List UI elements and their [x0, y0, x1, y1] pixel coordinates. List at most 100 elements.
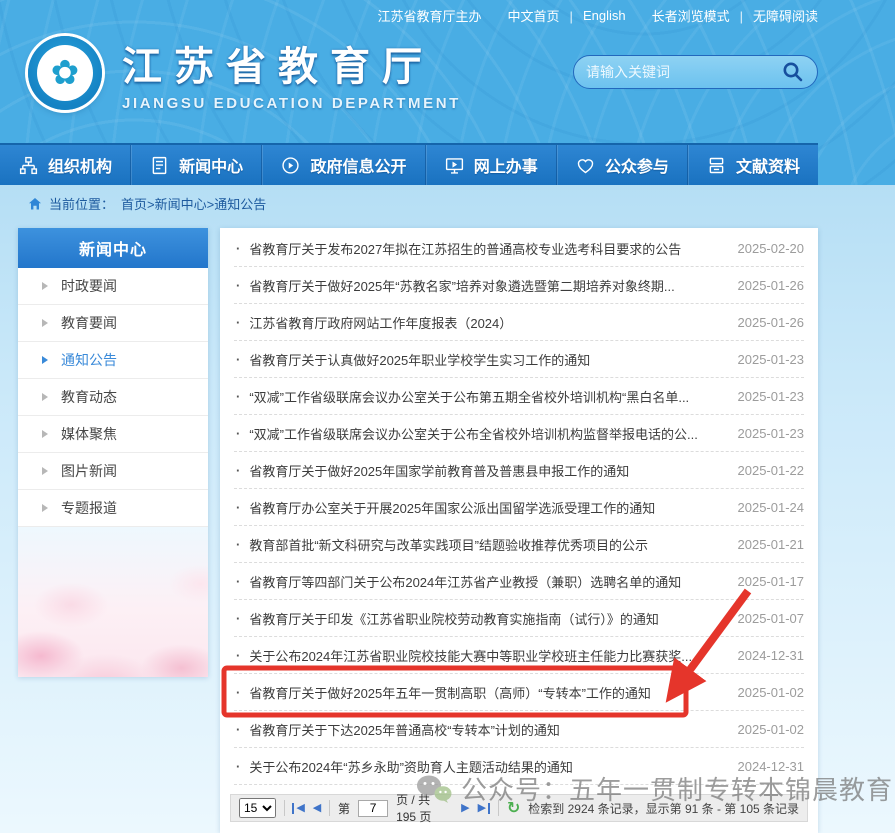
sidebar-item-special-reports[interactable]: 专题报道 [18, 490, 208, 527]
main-nav: 组织机构 新闻中心 政府信息公开 [0, 143, 818, 185]
sidebar-item-photo-news[interactable]: 图片新闻 [18, 453, 208, 490]
nav-label: 组织机构 [48, 153, 112, 177]
news-list: 省教育厅关于发布2027年拟在江苏招生的普通高校专业选考科目要求的公告 2025… [220, 230, 818, 785]
records-summary: 检索到 2924 条记录，显示第 91 条 - 第 105 条记录 [528, 800, 799, 817]
sidebar-news-menu: 新闻中心 时政要闻 教育要闻 通知公告 教育动态 媒体聚焦 图片新闻 专题报道 [18, 228, 208, 677]
sidebar-item-label: 通知公告 [61, 350, 117, 370]
news-title[interactable]: 省教育厅关于认真做好2025年职业学校学生实习工作的通知 [249, 350, 725, 369]
magnolia-decoration-image [18, 527, 208, 677]
news-title[interactable]: 省教育厅办公室关于开展2025年国家公派出国留学选派受理工作的通知 [249, 498, 725, 517]
news-list-item[interactable]: “双减”工作省级联席会议办公室关于公布第五期全省校外培训机构“黑白名单... 2… [234, 378, 804, 415]
news-date: 2025-01-21 [738, 537, 805, 552]
documents-icon [706, 155, 727, 176]
chinese-home-link[interactable]: 中文首页 [508, 6, 583, 25]
news-list-item[interactable]: 省教育厅关于下达2025年普通高校“专转本”计划的通知 2025-01-02 [234, 711, 804, 748]
info-disclosure-icon [280, 155, 301, 176]
news-title[interactable]: 省教育厅关于发布2027年拟在江苏招生的普通高校专业选考科目要求的公告 [249, 239, 725, 258]
sidebar-title: 新闻中心 [18, 228, 208, 268]
nav-label: 公众参与 [605, 153, 669, 177]
nav-item-organization[interactable]: 组织机构 [0, 145, 130, 185]
news-title[interactable]: 江苏省教育厅政府网站工作年度报表（2024） [249, 313, 725, 332]
news-title[interactable]: 省教育厅关于下达2025年普通高校“专转本”计划的通知 [249, 720, 725, 739]
breadcrumb-path[interactable]: 首页>新闻中心>通知公告 [121, 194, 266, 213]
sidebar-item-label: 媒体聚焦 [61, 424, 117, 444]
sidebar-item-label: 教育要闻 [61, 313, 117, 333]
news-list-item[interactable]: 省教育厅关于印发《江苏省职业院校劳动教育实施指南（试行）》的通知 2025-01… [234, 600, 804, 637]
divider [284, 800, 285, 816]
refresh-icon[interactable]: ↻ [507, 798, 520, 818]
elder-mode-link[interactable]: 长者浏览模式 [652, 6, 753, 25]
news-date: 2025-01-26 [738, 315, 805, 330]
page-size-select[interactable]: 15 [239, 798, 276, 818]
news-list-item[interactable]: 省教育厅关于认真做好2025年职业学校学生实习工作的通知 2025-01-23 [234, 341, 804, 378]
nav-label: 新闻中心 [179, 153, 243, 177]
online-services-icon [444, 155, 465, 176]
news-date: 2025-01-24 [738, 500, 805, 515]
breadcrumb-label: 当前位置： [49, 194, 114, 213]
sidebar-item-education-dynamics[interactable]: 教育动态 [18, 379, 208, 416]
last-page-button[interactable]: ▶ [478, 803, 490, 814]
news-date: 2025-01-02 [738, 722, 805, 737]
news-title[interactable]: 省教育厅关于印发《江苏省职业院校劳动教育实施指南（试行）》的通知 [249, 609, 725, 628]
lotus-icon: ✿ [37, 45, 93, 101]
news-title[interactable]: 关于公布2024年“苏乡永助”资助育人主题活动结果的通知 [249, 757, 725, 776]
news-title[interactable]: 省教育厅关于做好2025年国家学前教育普及普惠县申报工作的通知 [249, 461, 725, 480]
sidebar-item-label: 时政要闻 [61, 276, 117, 296]
news-date: 2024-12-31 [738, 648, 805, 663]
news-title[interactable]: 省教育厅关于做好2025年“苏教名家”培养对象遴选暨第二期培养对象终期... [249, 276, 725, 295]
news-title[interactable]: “双减”工作省级联席会议办公室关于公布第五期全省校外培训机构“黑白名单... [249, 387, 725, 406]
divider [329, 800, 330, 816]
sidebar-item-media-focus[interactable]: 媒体聚焦 [18, 416, 208, 453]
english-link[interactable]: English [583, 8, 626, 23]
chevron-right-icon [42, 467, 48, 475]
news-list-item[interactable]: 省教育厅办公室关于开展2025年国家公派出国留学选派受理工作的通知 2025-0… [234, 489, 804, 526]
next-page-button[interactable]: ▶ [461, 803, 469, 814]
news-list-item[interactable]: 关于公布2024年“苏乡永助”资助育人主题活动结果的通知 2024-12-31 [234, 748, 804, 785]
news-title[interactable]: 省教育厅等四部门关于公布2024年江苏省产业教授（兼职）选聘名单的通知 [249, 572, 725, 591]
accessibility-link[interactable]: 无障碍阅读 [753, 6, 818, 25]
nav-label: 网上办事 [474, 153, 538, 177]
page-header: 江苏省教育厅主办 中文首页 English 长者浏览模式 无障碍阅读 ✿ 江苏省… [0, 0, 895, 185]
page-total-label: 页 / 共 195 页 [396, 791, 453, 825]
home-icon [28, 197, 42, 211]
nav-item-public-participation[interactable]: 公众参与 [556, 145, 687, 185]
sidebar-item-notices[interactable]: 通知公告 [18, 342, 208, 379]
news-title[interactable]: 教育部首批“新文科研究与改革实践项目”结题验收推荐优秀项目的公示 [249, 535, 725, 554]
search-icon[interactable] [781, 60, 805, 84]
news-title[interactable]: “双减”工作省级联席会议办公室关于公布全省校外培训机构监督举报电话的公... [249, 424, 725, 443]
host-link[interactable]: 江苏省教育厅主办 [378, 6, 482, 25]
nav-item-online-services[interactable]: 网上办事 [425, 145, 556, 185]
news-list-item[interactable]: 关于公布2024年江苏省职业院校技能大赛中等职业学校班主任能力比赛获奖... 2… [234, 637, 804, 674]
page-prefix-label: 第 [338, 800, 350, 817]
first-page-button[interactable]: ◀ [292, 803, 304, 814]
nav-item-documents[interactable]: 文献资料 [687, 145, 818, 185]
news-list-item[interactable]: 省教育厅关于做好2025年“苏教名家”培养对象遴选暨第二期培养对象终期... 2… [234, 267, 804, 304]
news-date: 2025-01-17 [738, 574, 805, 589]
site-brand: ✿ 江苏省教育厅 JIANGSU EDUCATION DEPARTMENT [28, 34, 461, 112]
news-title[interactable]: 省教育厅关于做好2025年五年一贯制高职（高师）“专转本”工作的通知 [249, 683, 725, 702]
news-list-item[interactable]: 教育部首批“新文科研究与改革实践项目”结题验收推荐优秀项目的公示 2025-01… [234, 526, 804, 563]
news-date: 2025-01-02 [738, 685, 805, 700]
news-list-item[interactable]: 江苏省教育厅政府网站工作年度报表（2024） 2025-01-26 [234, 304, 804, 341]
department-logo: ✿ [28, 36, 102, 110]
nav-item-info-disclosure[interactable]: 政府信息公开 [261, 145, 425, 185]
sidebar-item-label: 图片新闻 [61, 461, 117, 481]
nav-label: 政府信息公开 [310, 153, 406, 177]
heart-icon [575, 155, 596, 176]
news-list-item[interactable]: 省教育厅关于做好2025年国家学前教育普及普惠县申报工作的通知 2025-01-… [234, 452, 804, 489]
sidebar-item-label: 教育动态 [61, 387, 117, 407]
chevron-right-icon [42, 504, 48, 512]
news-list-item-highlighted[interactable]: 省教育厅关于做好2025年五年一贯制高职（高师）“专转本”工作的通知 2025-… [234, 674, 804, 711]
chevron-right-icon [42, 319, 48, 327]
news-list-item[interactable]: 省教育厅关于发布2027年拟在江苏招生的普通高校专业选考科目要求的公告 2025… [234, 230, 804, 267]
sidebar-item-current-affairs[interactable]: 时政要闻 [18, 268, 208, 305]
prev-page-button[interactable]: ◀ [313, 803, 321, 814]
news-list-item[interactable]: 省教育厅等四部门关于公布2024年江苏省产业教授（兼职）选聘名单的通知 2025… [234, 563, 804, 600]
sidebar-item-education-news[interactable]: 教育要闻 [18, 305, 208, 342]
nav-item-news-center[interactable]: 新闻中心 [130, 145, 261, 185]
divider [498, 800, 499, 816]
news-title[interactable]: 关于公布2024年江苏省职业院校技能大赛中等职业学校班主任能力比赛获奖... [249, 646, 725, 665]
page-number-input[interactable] [358, 800, 388, 817]
search-input[interactable] [586, 64, 781, 80]
news-list-item[interactable]: “双减”工作省级联席会议办公室关于公布全省校外培训机构监督举报电话的公... 2… [234, 415, 804, 452]
